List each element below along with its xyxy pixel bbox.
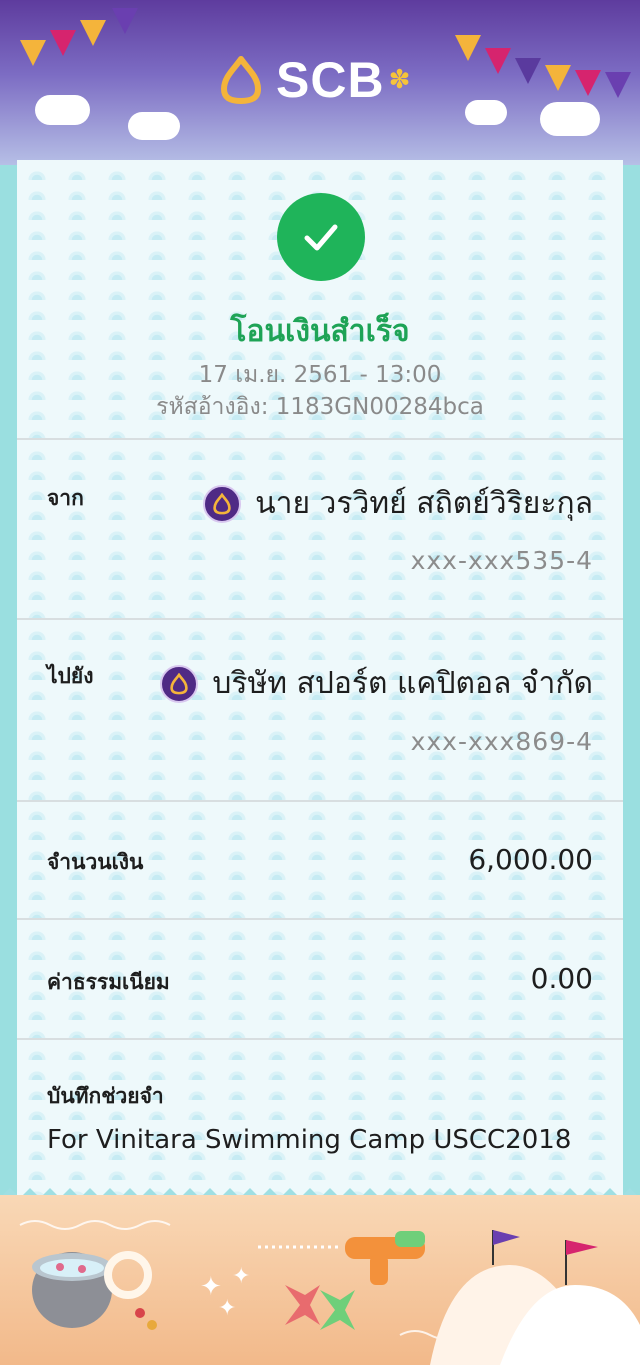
cloud-decoration xyxy=(35,95,90,125)
memo-label: บันทึกช่วยจำ xyxy=(47,1084,164,1108)
transfer-receipt-card: โอนเงินสำเร็จ 17 เม.ย. 2561 - 13:00 รหัส… xyxy=(17,160,623,1202)
divider xyxy=(17,800,623,802)
from-name: นาย วรวิทย์ สถิตย์วิริยะกุล xyxy=(255,486,593,521)
scb-logo: SCB ✽ xyxy=(218,50,410,110)
reference-label: รหัสอ้างอิง: xyxy=(156,394,269,420)
amount-value: 6,000.00 xyxy=(468,843,593,876)
to-party: บริษัท สปอร์ต แคปิตอล จำกัด xyxy=(160,660,593,707)
bunting-flag xyxy=(515,58,541,84)
to-label: ไปยัง xyxy=(47,664,94,688)
bunting-flag xyxy=(545,65,571,91)
transaction-datetime: 17 เม.ย. 2561 - 13:00 xyxy=(198,362,442,388)
cloud-decoration xyxy=(128,112,180,140)
scb-logo-icon xyxy=(203,484,242,523)
bunting-flag xyxy=(112,8,138,34)
to-name: บริษัท สปอร์ต แคปิตอล จำกัด xyxy=(212,666,593,701)
bunting-flag xyxy=(80,20,106,46)
reference-value: 1183GN00284bca xyxy=(275,394,484,420)
bunting-flag xyxy=(485,48,511,74)
bunting-flag xyxy=(20,40,46,66)
bunting-flag xyxy=(605,72,631,98)
from-label: จาก xyxy=(47,486,84,510)
bunting-flag xyxy=(455,35,481,61)
to-account: xxx-xxx869-4 xyxy=(410,727,593,756)
scb-logo-icon xyxy=(160,664,199,703)
divider xyxy=(17,618,623,620)
brand-name: SCB xyxy=(276,52,385,108)
songkran-footer-decoration: ✦ ✦ ✦ xyxy=(0,1195,640,1365)
fee-label: ค่าธรรมเนียม xyxy=(47,970,170,994)
svg-text:✦: ✦ xyxy=(232,1264,250,1289)
divider xyxy=(17,1038,623,1040)
success-check-icon xyxy=(277,193,365,281)
scb-lotus-icon xyxy=(221,56,261,104)
from-account: xxx-xxx535-4 xyxy=(410,546,593,575)
flower-icon: ✽ xyxy=(388,65,411,95)
status-title: โอนเงินสำเร็จ xyxy=(230,314,410,349)
bunting-flag xyxy=(50,30,76,56)
reference-line: รหัสอ้างอิง: 1183GN00284bca xyxy=(17,389,623,425)
memo-value: For Vinitara Swimming Camp USCC2018 xyxy=(47,1125,572,1155)
divider xyxy=(17,438,623,440)
checkmark-icon xyxy=(304,224,338,251)
svg-text:✦: ✦ xyxy=(218,1296,236,1321)
amount-label: จำนวนเงิน xyxy=(47,850,144,874)
cloud-decoration xyxy=(465,100,507,125)
cloud-decoration xyxy=(540,102,600,136)
bunting-flag xyxy=(575,70,601,96)
songkran-header-banner: SCB ✽ xyxy=(0,0,640,165)
divider xyxy=(17,918,623,920)
from-party: นาย วรวิทย์ สถิตย์วิริยะกุล xyxy=(203,480,593,527)
festival-illustration: ✦ ✦ ✦ xyxy=(19,1220,640,1365)
fee-value: 0.00 xyxy=(530,962,593,995)
